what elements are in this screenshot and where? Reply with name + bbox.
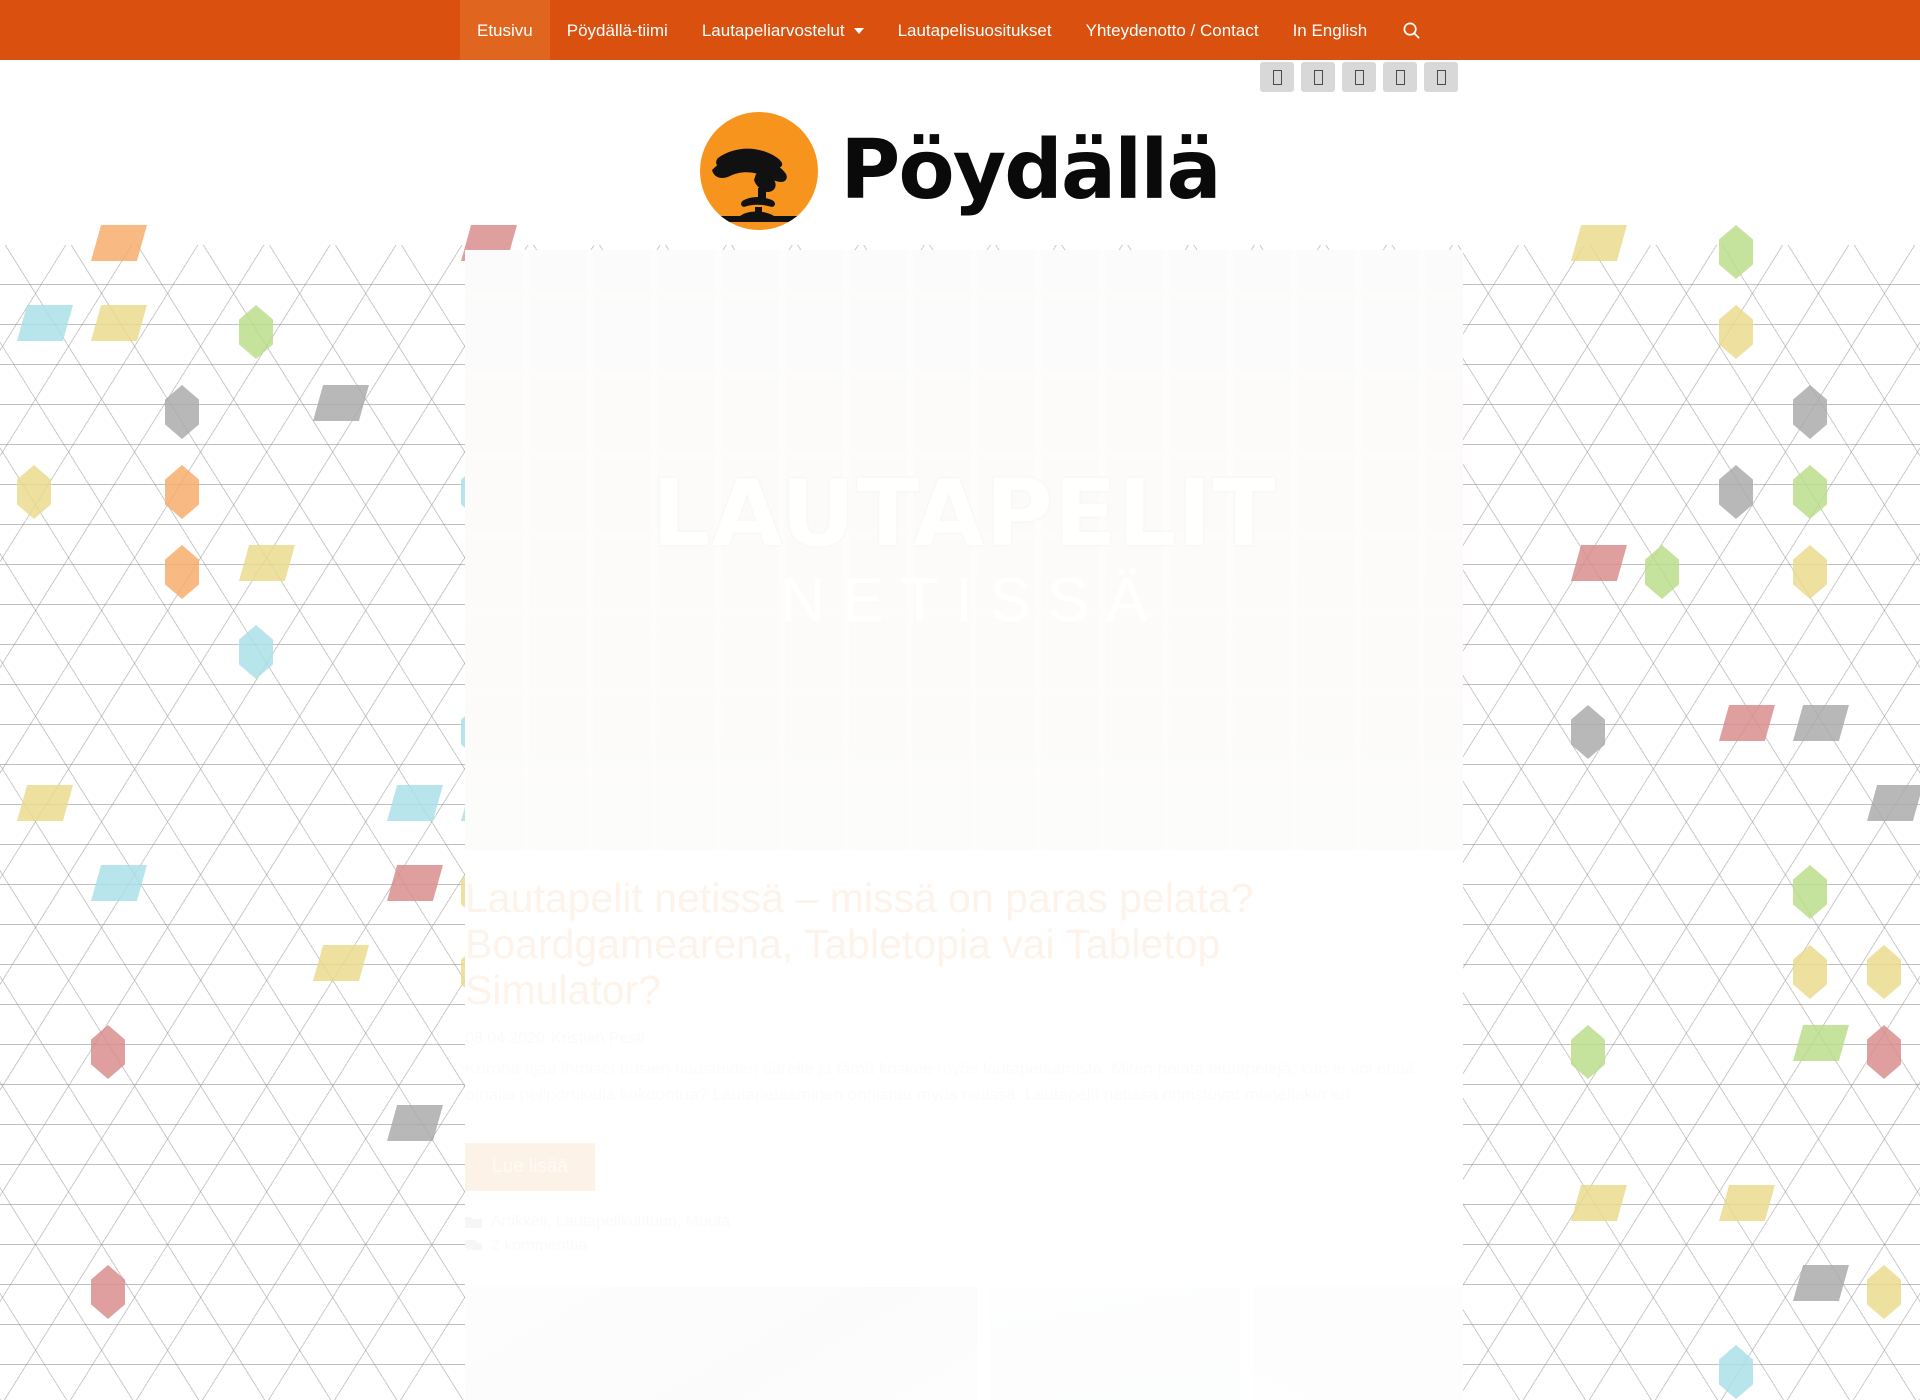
post-excerpt: Korona ajaa ihmiset uusien haasteiden ää… [465, 1058, 1415, 1104]
missing-glyph-box [1354, 69, 1364, 85]
hex-tile-diamond [165, 465, 199, 519]
nav-item-lautapeliarvostelut[interactable]: Lautapeliarvostelut [685, 0, 881, 60]
hex-tile-diamond [1867, 1025, 1901, 1079]
primary-navigation: Etusivu Pöydällä-tiimi Lautapeliarvostelut… [0, 0, 1920, 60]
hex-tile-diamond [17, 465, 51, 519]
hex-tile-diamond [1793, 1265, 1849, 1301]
hex-tile-diamond [1571, 1185, 1627, 1221]
nav-item-list: Etusivu Pöydällä-tiimi Lautapeliarvostelut… [0, 0, 1920, 60]
post-taxonomy: Artikkeli, Lautapelikulttuuri, Muuta 2 k… [465, 1213, 1463, 1255]
hex-tile-diamond [1793, 865, 1827, 919]
site-logo[interactable]: Pöydällä [0, 112, 1920, 230]
hex-tile-diamond [1719, 1185, 1775, 1221]
post-date: 08.04.2020 [465, 1029, 546, 1047]
missing-glyph-box [1272, 69, 1282, 85]
main-content: LAUTAPELIT NETISSÄ Lautapelit netissä – … [465, 250, 1463, 1400]
hex-tile-diamond [1867, 945, 1901, 999]
post-hero-image[interactable]: LAUTAPELIT NETISSÄ [465, 250, 1463, 850]
hex-tile-diamond [91, 1025, 125, 1079]
post-categories-row: Artikkeli, Lautapelikulttuuri, Muuta [465, 1213, 1463, 1231]
read-more-button[interactable]: Lue lisää [465, 1143, 596, 1192]
related-post-thumbnails [465, 1287, 1463, 1400]
post-thumbnail-1[interactable] [465, 1287, 977, 1400]
hex-tile-diamond [1719, 225, 1753, 279]
hex-tile-diamond [1571, 225, 1627, 261]
missing-glyph-box [1436, 69, 1446, 85]
hex-tile-diamond [313, 385, 369, 421]
hex-tile-diamond [1793, 1025, 1849, 1061]
nav-item-in-english[interactable]: In English [1276, 0, 1385, 60]
hex-tile-diamond [1867, 785, 1920, 821]
nav-item-label: In English [1292, 20, 1368, 40]
hex-tile-diamond [91, 225, 147, 261]
hex-tile-diamond [91, 865, 147, 901]
post-comments-label[interactable]: 2 kommenttia [491, 1237, 587, 1255]
social-icon-3[interactable] [1342, 62, 1376, 92]
nav-item-p-yd-ll-tiimi[interactable]: Pöydällä-tiimi [550, 0, 685, 60]
thumbnail-fade-overlay [1253, 1287, 1463, 1400]
nav-item-yhteydenotto-contact[interactable]: Yhteydenotto / Contact [1069, 0, 1276, 60]
hex-tile-diamond [387, 865, 443, 901]
hex-tile-diamond [239, 305, 273, 359]
hex-tile-diamond [1571, 545, 1627, 581]
hex-tile-diamond [1719, 1345, 1753, 1399]
hex-tile-diamond [387, 785, 443, 821]
social-icon-5[interactable] [1424, 62, 1458, 92]
hex-tile-diamond [1793, 945, 1827, 999]
nav-item-label: Lautapeliarvostelut [701, 20, 845, 40]
hex-tile-diamond [1719, 465, 1753, 519]
hex-tile-diamond [1571, 705, 1605, 759]
hex-tile-diamond [1719, 705, 1775, 741]
thumbnail-fade-overlay [990, 1287, 1240, 1400]
social-icon-2[interactable] [1301, 62, 1335, 92]
hex-tile-diamond [1719, 305, 1753, 359]
post-comments-row: 2 kommenttia [465, 1237, 1463, 1255]
nav-item-label: Pöydällä-tiimi [566, 20, 668, 40]
nav-item-lautapelisuositukset[interactable]: Lautapelisuositukset [881, 0, 1069, 60]
post-author[interactable]: Kristian Pesti [551, 1030, 644, 1047]
search-icon[interactable] [1384, 0, 1439, 60]
post-thumbnail-3[interactable] [1253, 1287, 1463, 1400]
nav-item-label: Yhteydenotto / Contact [1085, 20, 1259, 40]
hex-tile-diamond [239, 625, 273, 679]
site-logo-text: Pöydällä [840, 123, 1221, 218]
nav-item-label: Etusivu [477, 20, 533, 40]
hex-tile-diamond [1867, 1265, 1901, 1319]
social-links-bar [1260, 62, 1458, 92]
hex-tile-diamond [91, 1265, 125, 1319]
thumbnail-fade-overlay [465, 1287, 977, 1400]
nav-item-etusivu[interactable]: Etusivu [460, 0, 550, 60]
hex-tile-diamond [1793, 465, 1827, 519]
hex-tile-diamond [239, 545, 295, 581]
post-meta: 08.04.2020 Kristian Pesti [465, 1030, 1463, 1048]
post-title[interactable]: Lautapelit netissä – missä on paras pela… [465, 875, 1425, 1014]
hex-tile-diamond [1793, 385, 1827, 439]
hex-tile-diamond [165, 385, 199, 439]
hero-headline-secondary: NETISSÄ [780, 566, 1165, 635]
hex-tile-diamond [1645, 545, 1679, 599]
hero-headline-primary: LAUTAPELIT [651, 460, 1277, 567]
hex-tile-diamond [17, 305, 73, 341]
social-icon-1[interactable] [1260, 62, 1294, 92]
nav-item-label: Lautapelisuositukset [897, 20, 1052, 40]
hex-tile-diamond [387, 1105, 443, 1141]
chevron-down-icon[interactable] [853, 28, 864, 34]
missing-glyph-box [1313, 69, 1323, 85]
hex-tile-diamond [17, 785, 73, 821]
post-thumbnail-2[interactable] [990, 1287, 1240, 1400]
hex-tile-diamond [1571, 1025, 1605, 1079]
post-entry: Lautapelit netissä – missä on paras pela… [465, 850, 1463, 1255]
hex-tile-diamond [165, 545, 199, 599]
hex-tile-diamond [1793, 705, 1849, 741]
missing-glyph-box [1395, 69, 1405, 85]
folder-icon [465, 1215, 482, 1229]
hex-tile-diamond [91, 305, 147, 341]
hex-tile-diamond [1793, 545, 1827, 599]
post-categories-label[interactable]: Artikkeli, Lautapelikulttuuri, Muuta [491, 1213, 730, 1231]
hand-holding-gamepiece-icon [700, 112, 819, 230]
social-icon-4[interactable] [1383, 62, 1417, 92]
hex-tile-diamond [313, 945, 369, 981]
comment-icon [465, 1239, 482, 1253]
hero-text-overlay: LAUTAPELIT NETISSÄ [465, 250, 1463, 850]
